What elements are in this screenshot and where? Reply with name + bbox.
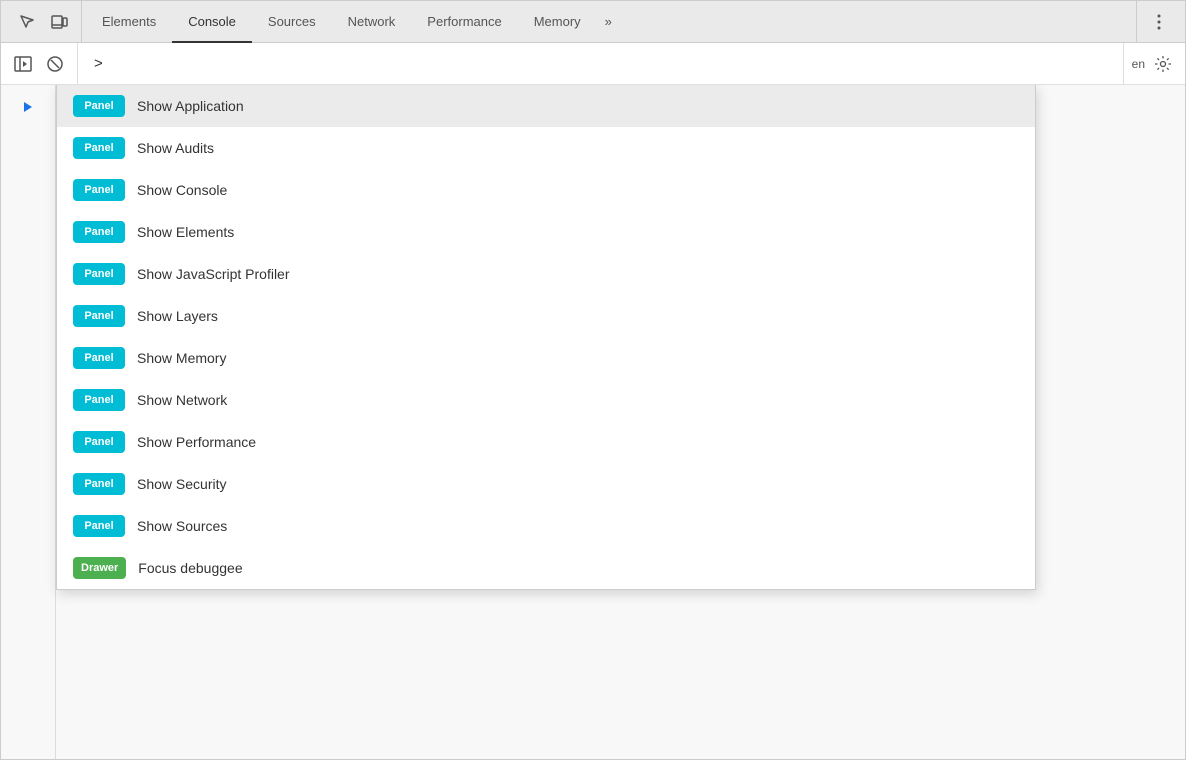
badge-panel: Panel xyxy=(73,515,125,537)
dropdown-item-label: Show Layers xyxy=(137,308,218,324)
dropdown-item[interactable]: Panel Show Elements xyxy=(57,211,1035,253)
dropdown-item[interactable]: Panel Show Application xyxy=(57,85,1035,127)
badge-panel: Panel xyxy=(73,263,125,285)
inspect-icon-button[interactable] xyxy=(13,8,41,36)
tab-list: Elements Console Sources Network Perform… xyxy=(82,1,1136,42)
main-content: PanelShow ApplicationPanelShow AuditsPan… xyxy=(1,85,1185,759)
dropdown-item[interactable]: Panel Show Sources xyxy=(57,505,1035,547)
console-input-area[interactable]: > xyxy=(86,55,1115,72)
dropdown-item[interactable]: Panel Show Console xyxy=(57,169,1035,211)
badge-drawer: Drawer xyxy=(73,557,126,579)
dropdown-item-label: Focus debuggee xyxy=(138,560,242,576)
tab-right-icons xyxy=(1136,1,1181,42)
dropdown-item-label: Show Network xyxy=(137,392,227,408)
badge-panel: Panel xyxy=(73,473,125,495)
tab-console[interactable]: Console xyxy=(172,2,252,43)
badge-panel: Panel xyxy=(73,389,125,411)
console-filter-label: en xyxy=(1132,57,1145,71)
device-toggle-button[interactable] xyxy=(45,8,73,36)
prompt-symbol: > xyxy=(94,55,103,72)
command-menu-dropdown: PanelShow ApplicationPanelShow AuditsPan… xyxy=(56,85,1036,590)
dropdown-item-label: Show Elements xyxy=(137,224,234,240)
settings-button[interactable] xyxy=(1149,50,1177,78)
badge-panel: Panel xyxy=(73,221,125,243)
tab-elements[interactable]: Elements xyxy=(86,2,172,43)
dropdown-item[interactable]: Panel Show Network xyxy=(57,379,1035,421)
left-panel-toggle-button[interactable] xyxy=(9,50,37,78)
expand-arrow-button[interactable] xyxy=(14,93,42,121)
badge-panel: Panel xyxy=(73,137,125,159)
dropdown-item[interactable]: Panel Show JavaScript Profiler xyxy=(57,253,1035,295)
dropdown-item-label: Show Audits xyxy=(137,140,214,156)
second-bar-right: en xyxy=(1123,43,1177,84)
dropdown-item-label: Show Console xyxy=(137,182,227,198)
more-actions-button[interactable] xyxy=(1145,8,1173,36)
dropdown-item-label: Show Performance xyxy=(137,434,256,450)
dropdown-item-label: Show JavaScript Profiler xyxy=(137,266,290,282)
dropdown-item[interactable]: Panel Show Layers xyxy=(57,295,1035,337)
badge-panel: Panel xyxy=(73,95,125,117)
dropdown-item[interactable]: Panel Show Memory xyxy=(57,337,1035,379)
badge-panel: Panel xyxy=(73,179,125,201)
dropdown-item[interactable]: Panel Show Security xyxy=(57,463,1035,505)
more-tabs-button[interactable]: » xyxy=(597,1,620,42)
tab-sources[interactable]: Sources xyxy=(252,2,332,43)
tab-bar-left-icons xyxy=(5,1,82,42)
tab-network[interactable]: Network xyxy=(332,2,412,43)
dropdown-overlay: PanelShow ApplicationPanelShow AuditsPan… xyxy=(56,85,1185,759)
tab-bar: Elements Console Sources Network Perform… xyxy=(1,1,1185,43)
clear-console-button[interactable] xyxy=(41,50,69,78)
devtools-window: Elements Console Sources Network Perform… xyxy=(0,0,1186,760)
badge-panel: Panel xyxy=(73,431,125,453)
second-bar-left xyxy=(9,43,78,84)
dropdown-item[interactable]: Drawer Focus debuggee xyxy=(57,547,1035,589)
dropdown-item-label: Show Memory xyxy=(137,350,226,366)
dropdown-item-label: Show Sources xyxy=(137,518,227,534)
dropdown-item-label: Show Security xyxy=(137,476,226,492)
dropdown-item[interactable]: Panel Show Performance xyxy=(57,421,1035,463)
second-bar: > en xyxy=(1,43,1185,85)
tab-performance[interactable]: Performance xyxy=(411,2,517,43)
badge-panel: Panel xyxy=(73,305,125,327)
tab-memory[interactable]: Memory xyxy=(518,2,597,43)
dropdown-item[interactable]: Panel Show Audits xyxy=(57,127,1035,169)
dropdown-item-label: Show Application xyxy=(137,98,244,114)
badge-panel: Panel xyxy=(73,347,125,369)
left-sidebar xyxy=(1,85,56,759)
